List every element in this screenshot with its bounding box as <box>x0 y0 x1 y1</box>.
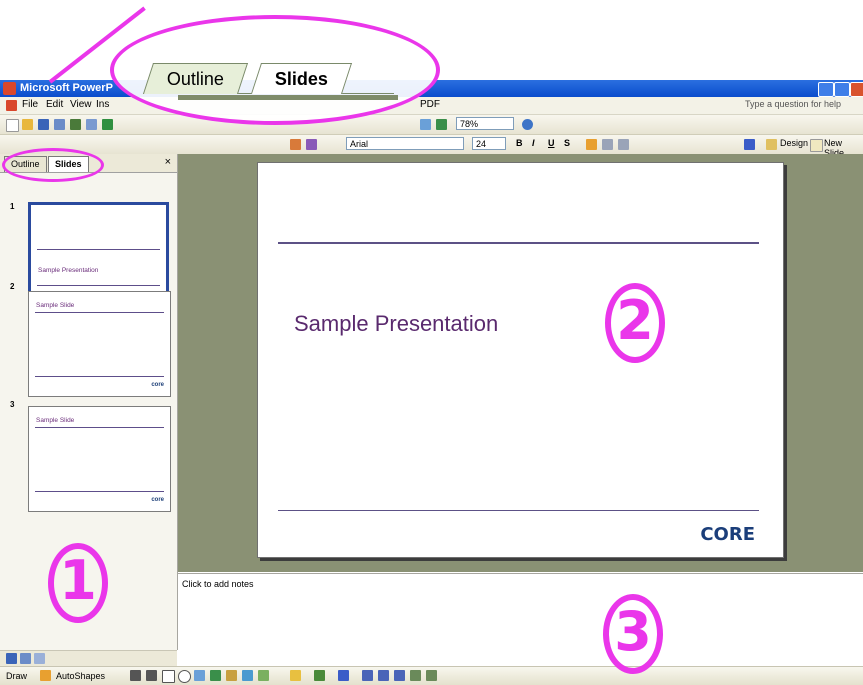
thumbnail-number: 1 <box>10 202 15 211</box>
underline-button[interactable]: U <box>548 138 555 148</box>
drawing-toolbar: Draw AutoShapes <box>0 666 863 685</box>
open-icon[interactable] <box>22 119 33 130</box>
design-button[interactable]: Design <box>780 138 808 148</box>
callout-zoom-ellipse: Outline Slides <box>110 15 440 125</box>
shadow-button[interactable]: S <box>564 138 570 148</box>
shadow-style-icon[interactable] <box>410 670 421 681</box>
clipart-icon[interactable] <box>242 670 253 681</box>
document-icon[interactable] <box>6 100 17 111</box>
zoom-select[interactable]: 78% <box>456 117 514 130</box>
dash-style-icon[interactable] <box>378 670 389 681</box>
save-icon[interactable] <box>38 119 49 130</box>
color-icon[interactable] <box>306 139 317 150</box>
core-logo: CORE <box>700 524 755 545</box>
standard-toolbar: 78% <box>0 115 863 135</box>
help-search-box[interactable]: Type a question for help <box>745 99 855 109</box>
arrow-icon[interactable] <box>146 670 157 681</box>
menu-file[interactable]: File <box>22 99 38 110</box>
draw-menu[interactable]: Draw <box>6 671 27 681</box>
notes-placeholder: Click to add notes <box>182 579 254 589</box>
line-icon[interactable] <box>130 670 141 681</box>
menu-bar: File Edit View Ins PDF Type a question f… <box>0 97 863 115</box>
line-color-icon[interactable] <box>314 670 325 681</box>
oval-icon[interactable] <box>178 670 191 683</box>
thumbnail-logo: core <box>151 497 164 503</box>
font-color-icon[interactable] <box>744 139 755 150</box>
permission-icon[interactable] <box>54 119 65 130</box>
close-pane-icon[interactable]: × <box>165 156 171 168</box>
autoshapes-menu[interactable]: AutoShapes <box>56 671 105 681</box>
italic-button[interactable]: I <box>532 138 535 148</box>
slideshow-view-icon[interactable] <box>34 653 45 664</box>
current-slide[interactable]: Sample Presentation CORE <box>257 162 784 558</box>
callout-number-2: 2 <box>605 283 665 363</box>
design-icon[interactable] <box>766 139 777 150</box>
thumbnail-number: 2 <box>10 282 15 291</box>
maximize-button[interactable] <box>834 82 850 97</box>
menu-insert[interactable]: Ins <box>96 99 109 110</box>
notes-pane[interactable]: Click to add notes <box>178 573 863 651</box>
slide-design-icon[interactable] <box>290 139 301 150</box>
slide-title[interactable]: Sample Presentation <box>294 311 498 337</box>
thumbnail-title: Sample Slide <box>36 302 75 309</box>
callout-number-1: 1 <box>48 543 108 623</box>
new-icon[interactable] <box>6 119 19 132</box>
callout-number-3: 3 <box>603 594 663 674</box>
normal-view-icon[interactable] <box>6 653 17 664</box>
minimize-button[interactable] <box>818 82 834 97</box>
callout-tab-slides: Slides <box>250 63 353 94</box>
print-icon[interactable] <box>70 119 81 130</box>
formatting-toolbar: Arial 24 B I U S Design New Slide <box>0 135 863 158</box>
font-select[interactable]: Arial <box>346 137 464 150</box>
thumbnail-logo: core <box>151 382 164 388</box>
slide-thumbnail-2[interactable]: Sample Slide core <box>28 291 171 397</box>
table-icon[interactable] <box>420 119 431 130</box>
menu-pdf[interactable]: PDF <box>420 99 440 110</box>
font-color-draw-icon[interactable] <box>338 670 349 681</box>
font-size-select[interactable]: 24 <box>472 137 506 150</box>
window-title: Microsoft PowerP <box>20 82 113 94</box>
rectangle-icon[interactable] <box>162 670 175 683</box>
align-left-icon[interactable] <box>586 139 597 150</box>
textbox-icon[interactable] <box>194 670 205 681</box>
slide-bottom-rule <box>278 510 759 511</box>
thumbnail-number: 3 <box>10 400 15 409</box>
menu-edit[interactable]: Edit <box>46 99 63 110</box>
print-preview-icon[interactable] <box>86 119 97 130</box>
help-icon[interactable] <box>522 119 533 130</box>
bold-button[interactable]: B <box>516 138 523 148</box>
sorter-view-icon[interactable] <box>20 653 31 664</box>
picture-icon[interactable] <box>258 670 269 681</box>
line-style-icon[interactable] <box>362 670 373 681</box>
arrow-style-icon[interactable] <box>394 670 405 681</box>
callout-tab-outline: Outline <box>142 63 249 94</box>
fill-color-icon[interactable] <box>290 670 301 681</box>
wordart-icon[interactable] <box>210 670 221 681</box>
view-buttons <box>0 650 177 666</box>
thumbnail-title: Sample Slide <box>36 417 75 424</box>
diagram-icon[interactable] <box>226 670 237 681</box>
chart-icon[interactable] <box>436 119 447 130</box>
3d-style-icon[interactable] <box>426 670 437 681</box>
select-objects-icon[interactable] <box>40 670 51 681</box>
align-right-icon[interactable] <box>618 139 629 150</box>
slide-thumbnail-3[interactable]: Sample Slide core <box>28 406 171 512</box>
spelling-icon[interactable] <box>102 119 113 130</box>
close-window-button[interactable] <box>850 82 863 97</box>
menu-view[interactable]: View <box>70 99 92 110</box>
powerpoint-icon <box>3 82 16 95</box>
callout-small-ellipse <box>2 148 104 182</box>
align-center-icon[interactable] <box>602 139 613 150</box>
slide-top-rule <box>278 242 759 244</box>
new-slide-icon[interactable] <box>810 139 823 152</box>
thumbnail-title: Sample Presentation <box>38 267 99 274</box>
